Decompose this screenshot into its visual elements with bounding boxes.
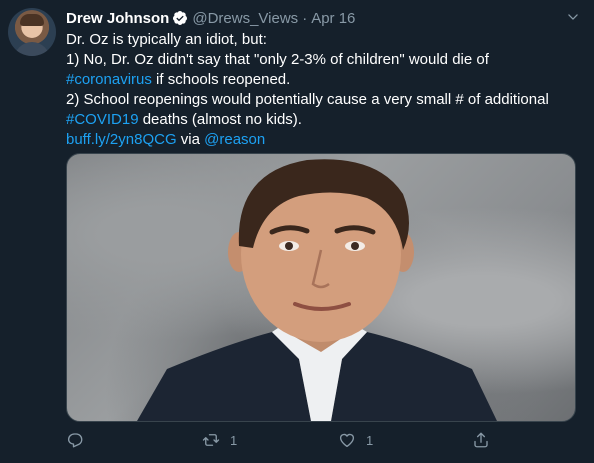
tweet-text-segment: deaths (almost no kids). [138, 111, 302, 128]
share-icon [474, 432, 488, 448]
like-count: 1 [366, 432, 374, 448]
avatar[interactable] [8, 8, 56, 56]
chevron-down-icon[interactable] [566, 10, 580, 24]
reply-icon [67, 433, 83, 448]
verified-badge-icon [172, 10, 188, 26]
author-handle[interactable]: @Drews_Views [192, 10, 298, 27]
tweet-actions: 1 1 [66, 428, 586, 452]
tweet-line: #COVID19 deaths (almost no kids). [66, 110, 586, 130]
share-button[interactable] [472, 428, 490, 452]
hashtag-link[interactable]: #coronavirus [66, 71, 152, 88]
tweet-line: buff.ly/2yn8QCG via @reason [66, 130, 586, 150]
retweet-icon [202, 434, 220, 446]
retweet-count: 1 [230, 432, 238, 448]
portrait-illustration [137, 159, 497, 421]
tweet-line: 1) No, Dr. Oz didn't say that "only 2-3%… [66, 51, 489, 68]
tweet-image[interactable] [66, 153, 576, 422]
tweet-line: 2) School reopenings would potentially c… [66, 91, 549, 108]
url-link[interactable]: buff.ly/2yn8QCG [66, 131, 177, 148]
like-button[interactable]: 1 [338, 428, 373, 452]
tweet-line: Dr. Oz is typically an idiot, but: [66, 31, 267, 48]
author-name[interactable]: Drew Johnson [66, 10, 169, 27]
tweet-date[interactable]: Apr 16 [311, 10, 355, 27]
tweet[interactable]: Drew Johnson @Drews_Views · Apr 16 Dr. O… [0, 0, 594, 463]
avatar-hair [20, 14, 44, 26]
tweet-text: Dr. Oz is typically an idiot, but: 1) No… [66, 30, 586, 150]
heart-icon [339, 433, 355, 448]
tweet-text-segment: via [176, 131, 205, 148]
mention-link[interactable]: @reason [204, 131, 265, 148]
tweet-header: Drew Johnson @Drews_Views · Apr 16 [66, 8, 355, 28]
tweet-line: #coronavirus if schools reopened. [66, 70, 586, 90]
hashtag-link[interactable]: #COVID19 [66, 111, 139, 128]
avatar-shirt [14, 42, 50, 56]
separator-dot: · [302, 9, 308, 27]
retweet-button[interactable]: 1 [202, 428, 237, 452]
reply-button[interactable] [66, 428, 94, 452]
tweet-text-segment: if schools reopened. [151, 71, 291, 88]
